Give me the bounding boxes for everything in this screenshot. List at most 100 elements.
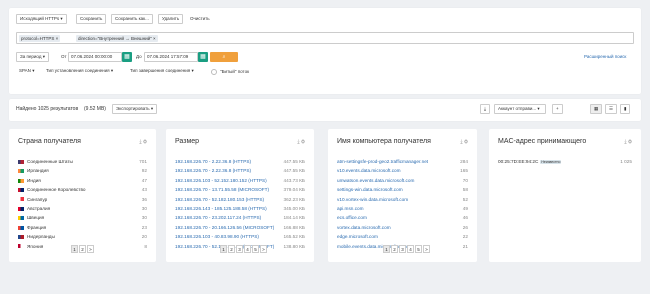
list-item[interactable]: Нидерланды 20 [18, 232, 147, 241]
list-item[interactable]: 192.168.226.70 - 13.71.55.58 (MICROSOFT)… [175, 185, 305, 194]
list-item[interactable]: v10.events.data.microsoft.com 165 [337, 166, 468, 175]
list-item[interactable]: ecs.office.com 46 [337, 213, 468, 222]
list-item[interactable]: Сингапур 36 [18, 195, 147, 204]
calendar-icon[interactable]: ▦ [122, 52, 132, 62]
page-button[interactable]: 1 [383, 245, 390, 253]
item-value: 165 [460, 168, 468, 174]
period-dropdown[interactable]: За период ▾ [16, 52, 49, 62]
to-date-input[interactable]: 07.06.2024 17:57:09 [144, 52, 198, 62]
list-item[interactable]: edge.microsoft.com 22 [337, 232, 468, 241]
download-icon[interactable]: ⤓ [460, 139, 462, 145]
list-item[interactable]: Соединенные Штаты 701 [18, 157, 147, 166]
item-value: 22 [462, 234, 468, 240]
list-item[interactable]: 192.168.226.70 - 2.22.36.8 (HTTPS) 447.55… [175, 157, 305, 166]
item-label: Ирландия [27, 168, 49, 174]
account-send-label: Аккаунт отправи... [498, 106, 537, 111]
item-label: ecs.office.com [337, 215, 367, 221]
save-button[interactable]: Сохранить [76, 14, 107, 24]
item-value: 92 [141, 168, 147, 174]
gear-icon[interactable]: ⚙ [628, 139, 632, 145]
broken-stream-checkbox[interactable] [211, 69, 217, 75]
saved-query-dropdown[interactable]: Исходящий HTTPs ▾ [16, 14, 67, 24]
item-value: 362.23 КБ [283, 196, 305, 202]
list-item[interactable]: atm-settingsfe-prod-geo2.trafficmanager.… [337, 157, 468, 166]
search-button[interactable]: ⌕ [210, 52, 238, 62]
filter-tag-protocol[interactable]: protocol=HTTPS × [19, 34, 61, 42]
chart-view-button[interactable]: ▮ [620, 104, 631, 114]
advanced-search-link[interactable]: Расширенный поиск [584, 54, 626, 59]
page-button[interactable]: 3 [399, 245, 406, 253]
page-button[interactable]: 1 [220, 245, 227, 253]
gear-icon[interactable]: ⚙ [301, 139, 305, 145]
gear-icon[interactable]: ⚙ [464, 139, 468, 145]
list-item[interactable]: 192.168.226.70 - 23.202.117.24 (HTTPS) 18… [175, 213, 305, 222]
card-actions: ⤓ ⚙ [139, 139, 147, 145]
item-label: Соединенные Штаты [27, 159, 73, 164]
calendar-icon[interactable]: ▦ [198, 52, 208, 62]
item-label: vortex.data.microsoft.com [337, 224, 391, 230]
page-button[interactable]: 1 [71, 245, 78, 253]
list-item[interactable]: 192.168.226.103 - 40.83.98.90 (HTTPS) 165… [175, 232, 305, 241]
download-icon[interactable]: ⤓ [624, 139, 626, 145]
item-label: edge.microsoft.com [337, 234, 378, 240]
item-value: 443.73 КБ [283, 177, 305, 183]
list-item[interactable]: umwatson.events.data.microsoft.com 70 [337, 176, 468, 185]
download-icon[interactable]: ⤓ [297, 139, 299, 145]
add-button[interactable]: + [552, 104, 563, 114]
chevron-down-icon: ▾ [32, 68, 35, 73]
list-view-button[interactable]: ☰ [605, 104, 618, 114]
delete-button[interactable]: Удалить [158, 14, 184, 24]
list-item[interactable]: Индия 47 [18, 176, 147, 185]
flag-icon [18, 197, 24, 202]
list-item[interactable]: Соединенное Королевство 43 [18, 185, 147, 194]
list-item[interactable]: vortex.data.microsoft.com 26 [337, 223, 468, 232]
list-item[interactable]: Ирландия 92 [18, 166, 147, 175]
list-item[interactable]: 00:25:7D:EE:94:2C Неизвестно 1 025 [498, 157, 632, 166]
conn-end-dropdown[interactable]: Тип завершения соединения ▾ [127, 67, 197, 77]
span-dropdown[interactable]: SPAN ▾ [16, 67, 38, 77]
list-item[interactable]: 192.168.226.70 - 20.166.126.56 (MICROSOF… [175, 223, 305, 232]
card-title: MAC-адрес принимающего [498, 138, 587, 145]
list-item[interactable]: 192.168.226.143 - 185.125.188.58 (HTTPS)… [175, 204, 305, 213]
page-button[interactable]: > [87, 245, 94, 253]
mac-card: MAC-адрес принимающего ⤓ ⚙ 00:25:7D:EE:9… [489, 129, 641, 262]
list-item[interactable]: api.msn.com 49 [337, 204, 468, 213]
item-label: 192.168.226.70 - 52.182.180.153 (HTTPS) [175, 196, 265, 202]
page-button[interactable]: 2 [79, 245, 86, 253]
close-icon[interactable]: × [56, 36, 59, 41]
clear-link[interactable]: Очистить [190, 16, 210, 21]
page-button[interactable]: 3 [236, 245, 243, 253]
gear-icon[interactable]: ⚙ [143, 139, 147, 145]
list-item[interactable]: 192.168.226.70 - 2.22.36.8 (HTTPS) 447.55… [175, 166, 305, 175]
item-label: v10.events.data.microsoft.com [337, 168, 401, 174]
page-button[interactable]: 4 [244, 245, 251, 253]
page-button[interactable]: 4 [407, 245, 414, 253]
pagination: 1 2 3 4 5 > [383, 245, 431, 254]
page-button[interactable]: 2 [391, 245, 398, 253]
filter-tag-direction[interactable]: direction="Внутренний → Внешний" × [76, 34, 158, 42]
list-item[interactable]: Франция 23 [18, 223, 147, 232]
list-item[interactable]: Австралия 30 [18, 204, 147, 213]
account-send-dropdown[interactable]: Аккаунт отправи... ▾ [494, 104, 546, 114]
list-item[interactable]: v10.vortex-win.data.microsoft.com 52 [337, 195, 468, 204]
item-label: 192.168.226.70 - 2.22.36.8 (HTTPS) [175, 168, 252, 174]
list-item[interactable]: 192.168.226.103 - 52.152.180.152 (HTTPS)… [175, 176, 305, 185]
export-dropdown[interactable]: Экспортировать ▾ [112, 104, 158, 114]
page-button[interactable]: > [260, 245, 267, 253]
list-item[interactable]: Швеция 30 [18, 213, 147, 222]
grid-view-button[interactable]: ▦ [590, 104, 603, 114]
list-item[interactable]: 192.168.226.70 - 52.182.180.153 (HTTPS) 3… [175, 195, 305, 204]
from-date-input[interactable]: 07.06.2024 00:00:00 [68, 52, 122, 62]
item-value: 20 [141, 234, 147, 240]
close-icon[interactable]: × [153, 36, 156, 41]
page-button[interactable]: 5 [415, 245, 422, 253]
page-button[interactable]: > [423, 245, 430, 253]
page-button[interactable]: 2 [228, 245, 235, 253]
list-item[interactable]: settings-win.data.microsoft.com 58 [337, 185, 468, 194]
download-icon[interactable]: ⤓ [139, 139, 141, 145]
flag-icon [18, 169, 24, 174]
page-button[interactable]: 5 [252, 245, 259, 253]
download-button[interactable]: ⤓ [480, 104, 490, 114]
conn-start-dropdown[interactable]: Тип установления соединения ▾ [43, 67, 117, 77]
save-as-button[interactable]: Сохранить как... [111, 14, 153, 24]
